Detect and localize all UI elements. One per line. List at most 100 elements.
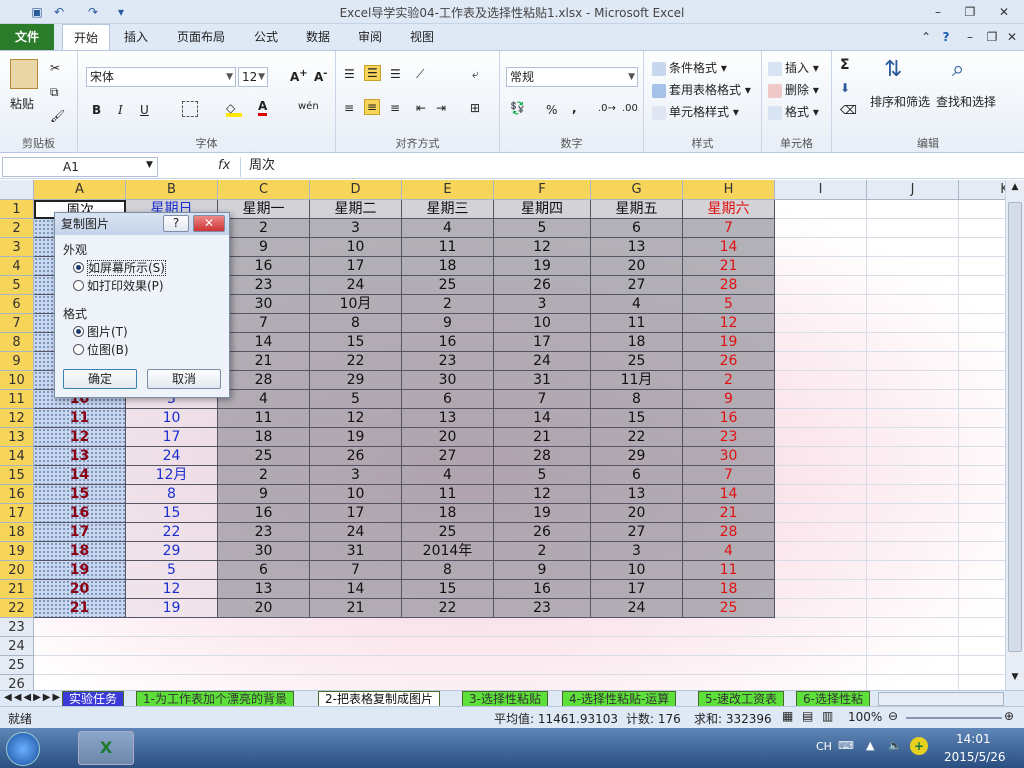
column-header[interactable]: I (775, 180, 867, 200)
increase-indent-icon[interactable]: ⇥ (436, 101, 446, 115)
align-right-icon[interactable]: ≡ (390, 101, 400, 115)
table-cell[interactable]: 12 (494, 485, 591, 504)
table-cell[interactable]: 2 (494, 542, 591, 561)
table-cell[interactable]: 12 (310, 409, 402, 428)
column-header[interactable]: G (591, 180, 683, 200)
table-cell[interactable]: 22 (126, 523, 218, 542)
table-cell[interactable]: 24 (126, 447, 218, 466)
table-cell[interactable]: 21 (494, 428, 591, 447)
sheet-tab-5[interactable]: 5-速改工资表 (698, 691, 784, 707)
column-header[interactable]: E (402, 180, 494, 200)
table-cell[interactable]: 13 (591, 485, 683, 504)
table-cell[interactable]: 22 (310, 352, 402, 371)
column-header[interactable]: B (126, 180, 218, 200)
table-cell[interactable]: 18 (218, 428, 310, 447)
formula-input[interactable]: 周次 (240, 157, 1008, 177)
row-header[interactable]: 4 (0, 257, 34, 276)
row-header[interactable]: 13 (0, 428, 34, 447)
row-header[interactable]: 17 (0, 504, 34, 523)
table-cell[interactable]: 5 (126, 561, 218, 580)
dialog-close-button[interactable]: ✕ (193, 215, 225, 232)
table-cell[interactable]: 19 (126, 599, 218, 618)
cell-styles-button[interactable]: 单元格样式 ▾ (652, 103, 739, 120)
table-cell[interactable]: 27 (591, 276, 683, 295)
insert-function-icon[interactable]: fx (218, 158, 230, 173)
table-cell[interactable]: 16 (402, 333, 494, 352)
language-indicator[interactable]: CH (816, 740, 832, 753)
close-icon[interactable]: ✕ (992, 3, 1016, 21)
row-header[interactable]: 12 (0, 409, 34, 428)
table-cell[interactable]: 5 (494, 219, 591, 238)
table-header-cell[interactable]: 星期五 (591, 200, 683, 219)
table-cell[interactable]: 10 (126, 409, 218, 428)
table-cell[interactable]: 16 (683, 409, 775, 428)
copy-icon[interactable]: ⧉ (50, 85, 59, 100)
excel-taskbar-icon[interactable]: X (78, 731, 134, 765)
row-header[interactable]: 19 (0, 542, 34, 561)
clock-time[interactable]: 14:01 (956, 732, 991, 746)
font-size-combo[interactable]: 12 ▼ (238, 67, 268, 87)
orientation-icon[interactable]: ⟋ (416, 67, 424, 82)
sheet-tab-4[interactable]: 4-选择性粘贴-运算 (562, 691, 677, 707)
tab-view[interactable]: 视图 (400, 24, 444, 50)
table-cell[interactable]: 14 (310, 580, 402, 599)
table-header-cell[interactable]: 星期三 (402, 200, 494, 219)
sheet-tab-3[interactable]: 3-选择性粘贴 (462, 691, 548, 707)
table-cell[interactable]: 30 (402, 371, 494, 390)
table-cell[interactable]: 31 (310, 542, 402, 561)
table-cell[interactable]: 20 (591, 257, 683, 276)
table-cell[interactable]: 23 (218, 276, 310, 295)
comma-button[interactable]: , (572, 101, 577, 115)
table-cell[interactable]: 5 (494, 466, 591, 485)
delete-cells-button[interactable]: 删除 ▾ (768, 81, 819, 98)
align-top-icon[interactable]: ☰ (344, 67, 355, 81)
tab-page-layout[interactable]: 页面布局 (168, 24, 234, 50)
dialog-cancel-button[interactable]: 取消 (147, 369, 221, 389)
table-cell[interactable]: 17 (34, 523, 126, 542)
table-cell[interactable]: 10 (310, 485, 402, 504)
tray-app-icon[interactable]: + (910, 737, 928, 755)
row-header[interactable]: 9 (0, 352, 34, 371)
table-cell[interactable]: 8 (591, 390, 683, 409)
table-cell[interactable]: 19 (494, 504, 591, 523)
select-all-corner[interactable] (0, 180, 34, 200)
tab-formulas[interactable]: 公式 (244, 24, 288, 50)
row-header[interactable]: 21 (0, 580, 34, 599)
table-header-cell[interactable]: 星期一 (218, 200, 310, 219)
table-cell[interactable]: 27 (402, 447, 494, 466)
italic-button[interactable]: I (118, 103, 123, 117)
tab-home[interactable]: 开始 (62, 24, 110, 50)
table-cell[interactable]: 11 (402, 238, 494, 257)
table-cell[interactable]: 18 (591, 333, 683, 352)
table-cell[interactable]: 11 (34, 409, 126, 428)
table-cell[interactable]: 9 (494, 561, 591, 580)
row-header[interactable]: 23 (0, 618, 34, 637)
row-header[interactable]: 8 (0, 333, 34, 352)
row-header[interactable]: 3 (0, 238, 34, 257)
table-cell[interactable]: 17 (591, 580, 683, 599)
table-cell[interactable]: 8 (402, 561, 494, 580)
sort-filter-button[interactable]: 排序和筛选 (870, 93, 930, 110)
dialog-ok-button[interactable]: 确定 (63, 369, 137, 389)
table-header-cell[interactable]: 星期六 (683, 200, 775, 219)
table-cell[interactable]: 14 (683, 238, 775, 257)
table-cell[interactable]: 25 (683, 599, 775, 618)
table-cell[interactable]: 11 (218, 409, 310, 428)
row-header[interactable]: 16 (0, 485, 34, 504)
table-cell[interactable]: 18 (402, 504, 494, 523)
table-cell[interactable]: 13 (591, 238, 683, 257)
table-cell[interactable]: 15 (126, 504, 218, 523)
table-cell[interactable]: 19 (494, 257, 591, 276)
table-cell[interactable]: 28 (683, 523, 775, 542)
table-cell[interactable]: 8 (126, 485, 218, 504)
table-header-cell[interactable]: 星期二 (310, 200, 402, 219)
row-header[interactable]: 2 (0, 219, 34, 238)
table-cell[interactable]: 24 (310, 276, 402, 295)
name-box-dropdown-icon[interactable]: ▼ (146, 160, 153, 170)
autosum-icon[interactable]: Σ (840, 57, 850, 73)
find-select-button[interactable]: 查找和选择 (936, 93, 996, 110)
row-header[interactable]: 22 (0, 599, 34, 618)
table-cell[interactable]: 12 (34, 428, 126, 447)
paste-icon[interactable] (10, 59, 38, 89)
tab-insert[interactable]: 插入 (114, 24, 158, 50)
